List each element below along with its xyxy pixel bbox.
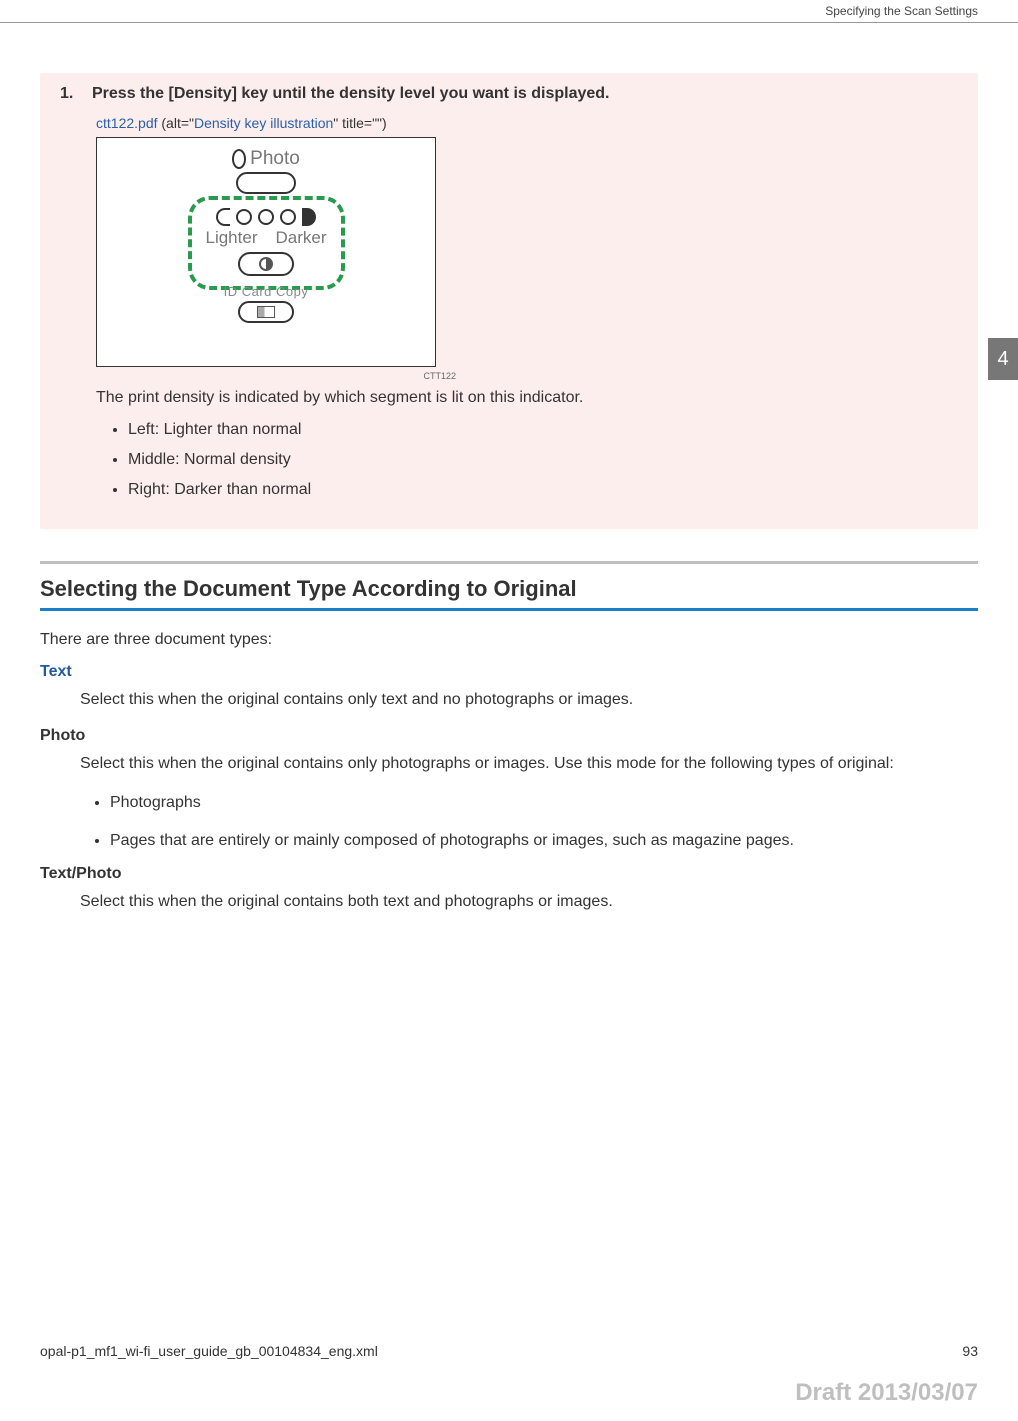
segment-2-icon	[236, 209, 252, 225]
chapter-tab: 4	[988, 338, 1018, 380]
bullet-right: Right: Darker than normal	[128, 481, 958, 499]
photo-sub-bullets: Photographs Pages that are entirely or m…	[110, 790, 978, 853]
illustration-alt-open: (alt="	[158, 115, 194, 131]
page-header: Specifying the Scan Settings	[0, 0, 1018, 23]
term-text: Text	[40, 663, 978, 681]
step-row: 1. Press the [Density] key until the den…	[60, 85, 958, 103]
illustration-alt-text: Density key illustration	[194, 115, 333, 131]
illustration-caption: CTT122	[96, 371, 456, 381]
darker-segment-icon	[302, 208, 316, 226]
photo-sub-1: Photographs	[110, 790, 978, 816]
illustration-wrap: Photo Lighter Darker	[96, 137, 958, 381]
segment-4-icon	[280, 209, 296, 225]
page-footer: opal-p1_mf1_wi-fi_user_guide_gb_00104834…	[0, 1343, 1018, 1359]
density-explain: The print density is indicated by which …	[96, 389, 958, 407]
lighter-darker-row: Lighter Darker	[206, 228, 327, 248]
illustration-meta: ctt122.pdf (alt="Density key illustratio…	[96, 115, 958, 131]
photo-label: Photo	[250, 148, 300, 170]
footer-filename: opal-p1_mf1_wi-fi_user_guide_gb_00104834…	[40, 1343, 378, 1359]
density-highlight-frame: Lighter Darker	[188, 196, 345, 290]
step-number: 1.	[60, 85, 80, 103]
draft-watermark: Draft 2013/03/07	[795, 1379, 978, 1407]
bullet-left: Left: Lighter than normal	[128, 421, 958, 439]
darker-label: Darker	[275, 228, 326, 248]
bullet-middle: Middle: Normal density	[128, 451, 958, 469]
def-textphoto: Select this when the original contains b…	[80, 889, 978, 915]
illustration-file-link[interactable]: ctt122.pdf	[96, 115, 158, 131]
illustration-panel: Photo Lighter Darker	[96, 137, 436, 367]
footer-page-number: 93	[962, 1343, 978, 1359]
heading-underline	[40, 608, 978, 611]
illustration-alt-close: " title="")	[333, 115, 386, 131]
density-bullets: Left: Lighter than normal Middle: Normal…	[128, 421, 958, 499]
step-block: 1. Press the [Density] key until the den…	[40, 73, 978, 529]
page-content: 1. Press the [Density] key until the den…	[0, 73, 1018, 915]
idcard-button	[238, 301, 294, 323]
lighter-label: Lighter	[206, 228, 258, 248]
photo-led-icon	[232, 149, 246, 169]
def-photo: Select this when the original contains o…	[80, 751, 978, 777]
def-text: Select this when the original contains o…	[80, 687, 978, 713]
term-photo: Photo	[40, 727, 978, 745]
term-textphoto: Text/Photo	[40, 865, 978, 883]
density-icon	[259, 257, 273, 271]
section-heading: Selecting the Document Type According to…	[40, 561, 978, 602]
section-name: Specifying the Scan Settings	[825, 4, 978, 18]
idcard-icon	[257, 306, 275, 318]
photo-sub-2: Pages that are entirely or mainly compos…	[110, 828, 978, 854]
idcard-label: ID Card Copy	[224, 284, 309, 299]
photo-button	[236, 172, 296, 194]
step-instruction: Press the [Density] key until the densit…	[92, 85, 610, 103]
photo-row: Photo	[232, 148, 300, 170]
density-indicator-row	[216, 208, 316, 226]
segment-3-icon	[258, 209, 274, 225]
section-intro: There are three document types:	[40, 631, 978, 649]
lighter-segment-icon	[216, 208, 230, 226]
density-button	[238, 252, 294, 276]
